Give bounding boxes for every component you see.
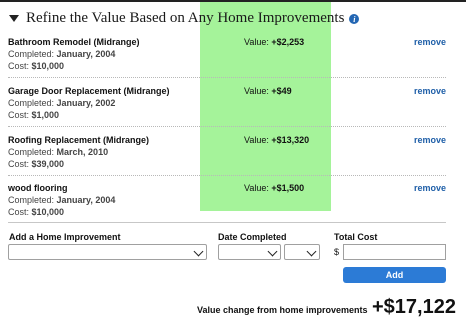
value-change-label: Value change from home improvements <box>197 305 368 315</box>
improvement-name: Bathroom Remodel (Midrange) <box>8 37 140 47</box>
cost-line: Cost: $10,000 <box>8 207 65 217</box>
cost-line: Cost: $39,000 <box>8 159 65 169</box>
improvement-value: Value: +$1,500 <box>244 183 305 193</box>
form-divider <box>8 222 446 223</box>
total-cost-input[interactable] <box>343 244 446 260</box>
completed-line: Completed: January, 2002 <box>8 98 116 108</box>
date-completed-label: Date Completed <box>218 232 287 242</box>
completed-line: Completed: January, 2004 <box>8 195 116 205</box>
year-select[interactable] <box>284 244 320 260</box>
improvement-item: Roofing Replacement (Midrange) Completed… <box>8 135 446 185</box>
improvement-name: wood flooring <box>8 183 68 193</box>
completed-date: January, 2004 <box>56 49 116 59</box>
add-improvement-label: Add a Home Improvement <box>9 232 121 242</box>
value-change-amount: +$17,122 <box>372 296 456 318</box>
remove-link[interactable]: remove <box>414 135 446 145</box>
divider <box>8 175 446 176</box>
improvement-type-select[interactable] <box>8 244 207 260</box>
info-icon[interactable]: i <box>349 14 360 24</box>
chevron-down-icon <box>193 246 204 257</box>
section-header[interactable]: Refine the Value Based on Any Home Impro… <box>9 9 360 27</box>
improvement-name: Garage Door Replacement (Midrange) <box>8 86 170 96</box>
divider <box>8 77 446 78</box>
improvement-value: Value: +$2,253 <box>244 37 305 47</box>
section-title: Refine the Value Based on Any Home Impro… <box>26 9 345 26</box>
improvement-item: Garage Door Replacement (Midrange) Compl… <box>8 86 446 136</box>
completed-line: Completed: January, 2004 <box>8 49 116 59</box>
month-select[interactable] <box>218 244 281 260</box>
cost-amount: $1,000 <box>31 110 60 120</box>
cost-amount: $10,000 <box>31 207 65 217</box>
chevron-down-icon <box>267 246 278 257</box>
cost-line: Cost: $10,000 <box>8 61 65 71</box>
caret-down-icon[interactable] <box>9 15 19 22</box>
total-cost-label: Total Cost <box>334 232 378 242</box>
improvement-value: Value: +$49 <box>244 86 292 96</box>
cost-amount: $39,000 <box>31 159 65 169</box>
currency-symbol: $ <box>334 247 340 257</box>
completed-date: March, 2010 <box>56 147 109 157</box>
remove-link[interactable]: remove <box>414 37 446 47</box>
improvement-name: Roofing Replacement (Midrange) <box>8 135 150 145</box>
improvement-value: Value: +$13,320 <box>244 135 310 145</box>
chevron-down-icon <box>306 246 317 257</box>
cost-line: Cost: $1,000 <box>8 110 60 120</box>
cost-amount: $10,000 <box>31 61 65 71</box>
remove-link[interactable]: remove <box>414 86 446 96</box>
completed-date: January, 2002 <box>56 98 116 108</box>
improvement-item: Bathroom Remodel (Midrange) Completed: J… <box>8 37 446 87</box>
remove-link[interactable]: remove <box>414 183 446 193</box>
completed-date: January, 2004 <box>56 195 116 205</box>
completed-line: Completed: March, 2010 <box>8 147 109 157</box>
divider <box>8 126 446 127</box>
improvement-item: wood flooring Completed: January, 2004 C… <box>8 183 446 233</box>
add-button[interactable]: Add <box>343 267 446 283</box>
